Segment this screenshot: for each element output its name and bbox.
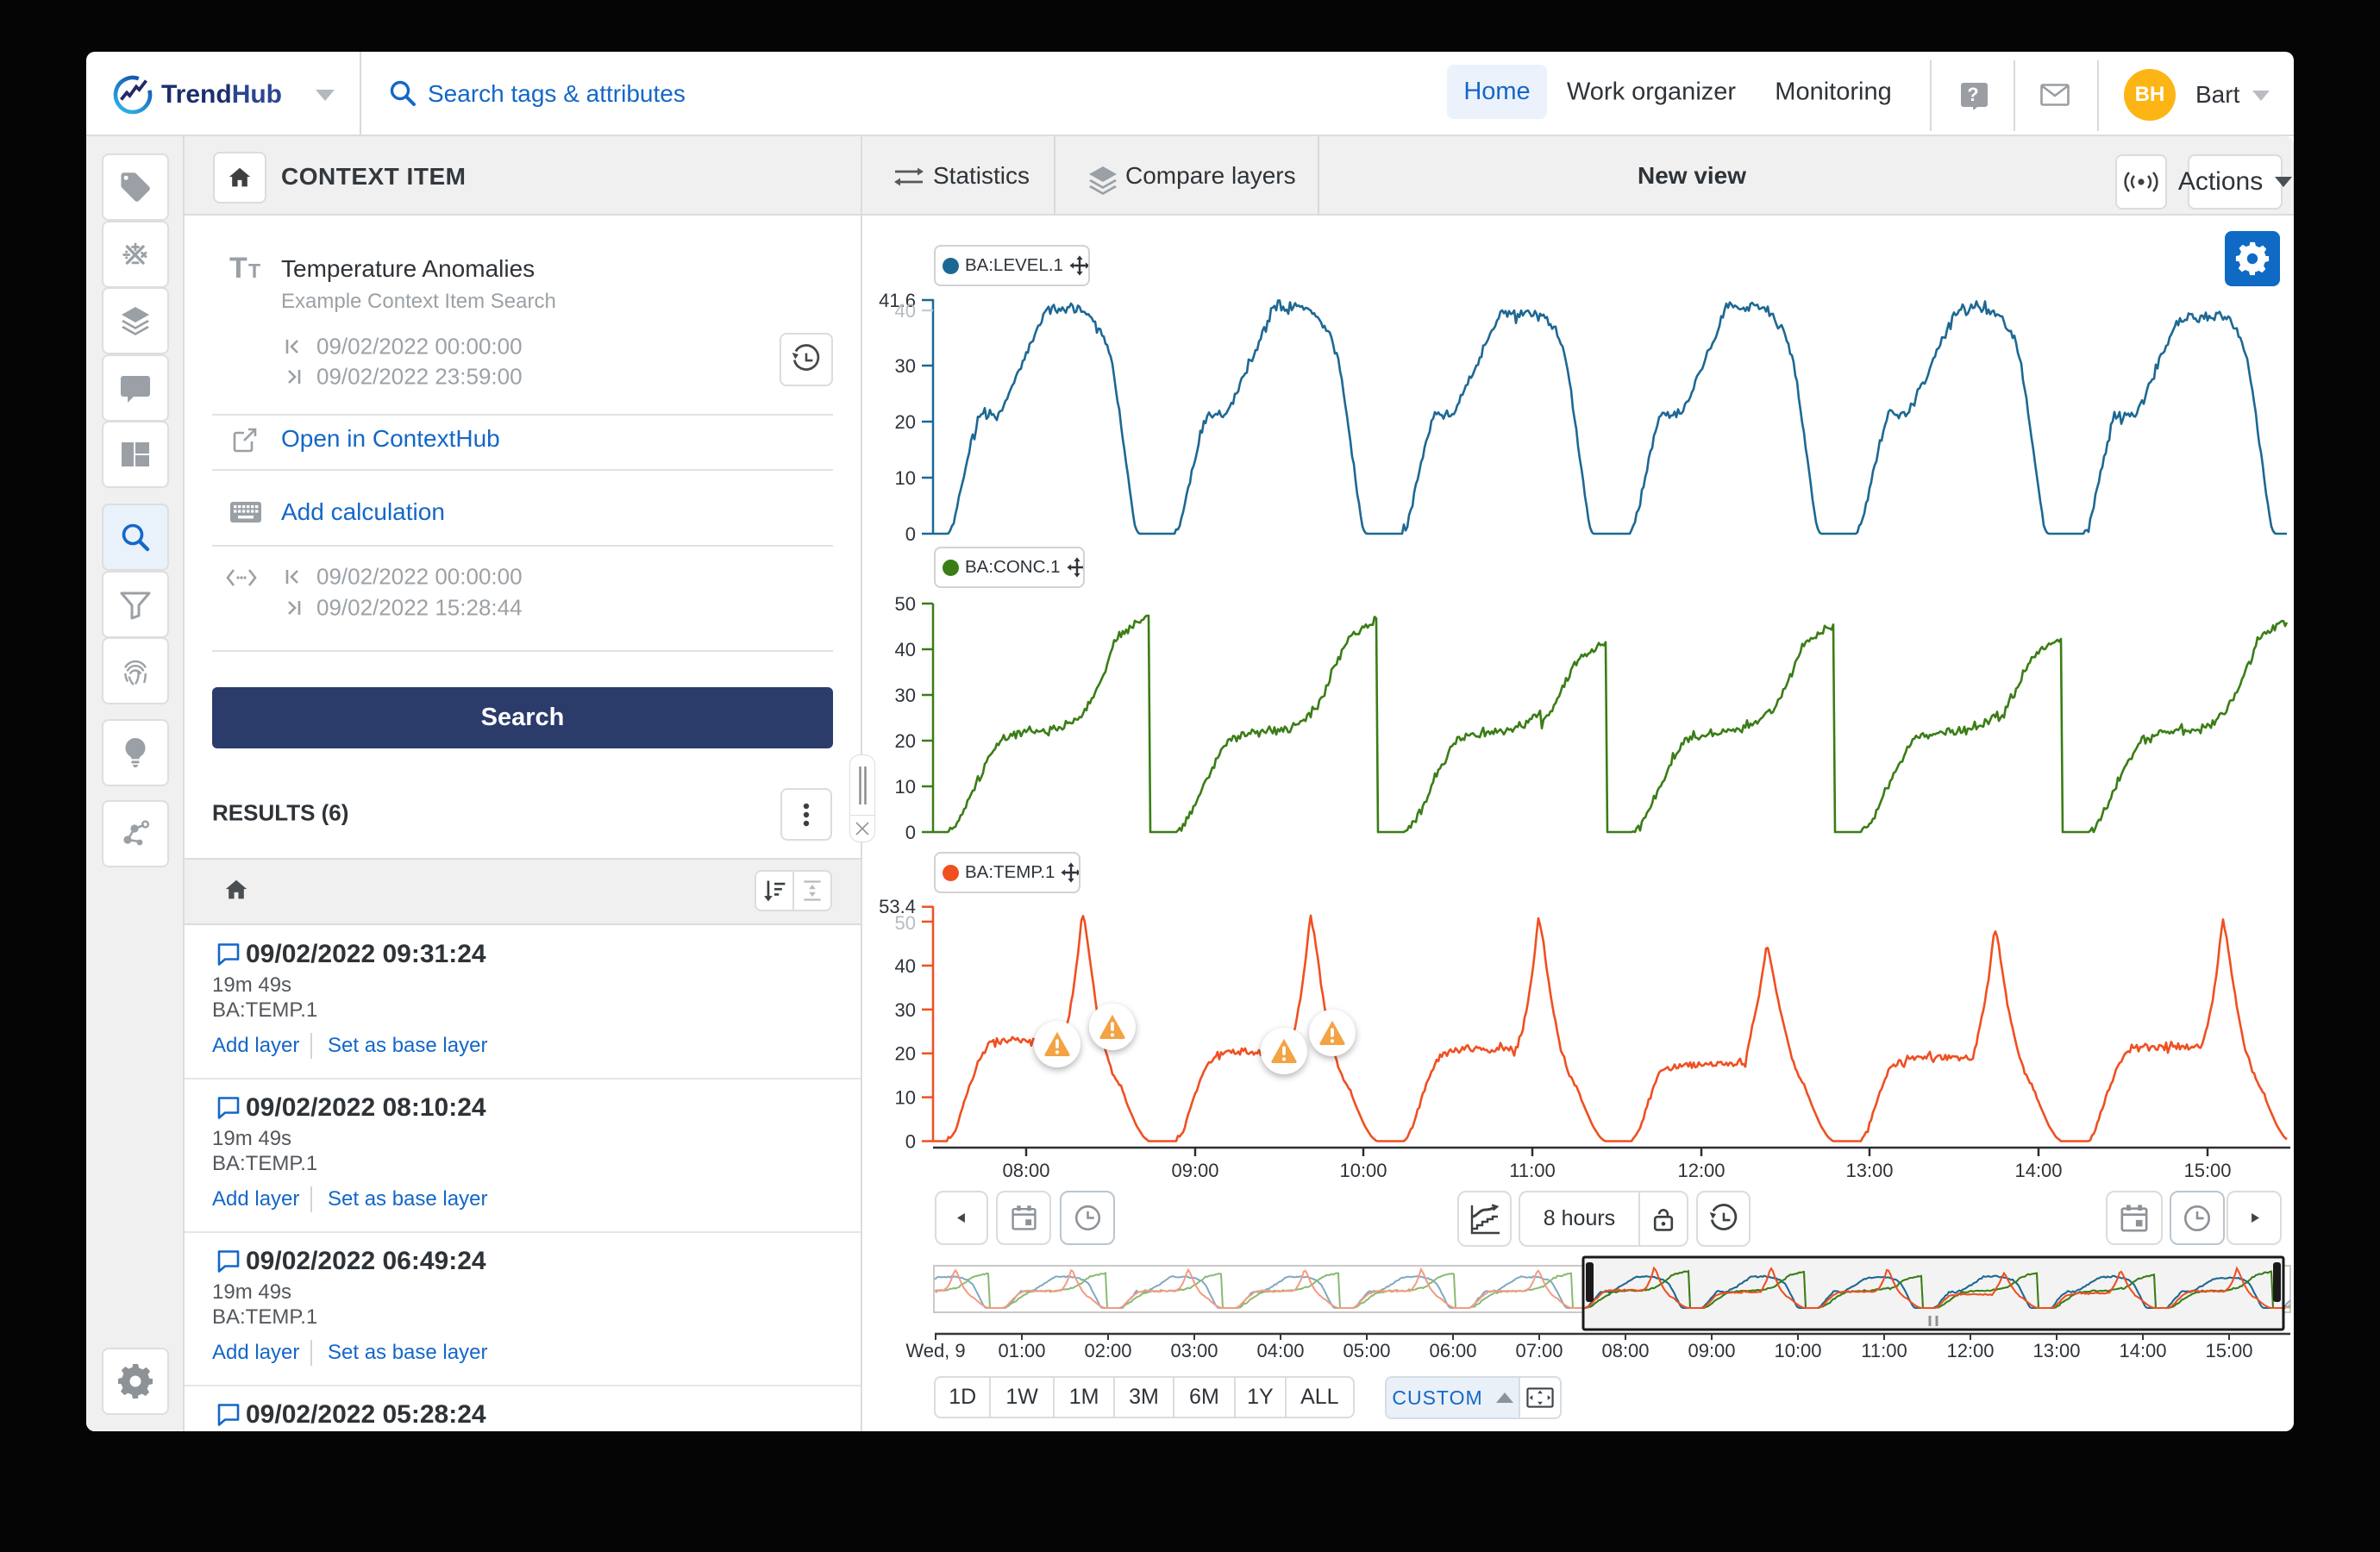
svg-text:T: T (229, 253, 247, 285)
svg-text:15:00: 15:00 (2183, 1160, 2231, 1181)
svg-text:06:00: 06:00 (1429, 1340, 1476, 1361)
svg-text:30: 30 (895, 999, 916, 1021)
svg-text:05:00: 05:00 (1343, 1340, 1390, 1361)
svg-text:10: 10 (895, 467, 916, 489)
svg-text:50: 50 (895, 593, 916, 615)
svg-text:20: 20 (895, 730, 916, 752)
svg-text:15:00: 15:00 (2205, 1340, 2252, 1361)
svg-text:02:00: 02:00 (1084, 1340, 1131, 1361)
svg-text:01:00: 01:00 (998, 1340, 1045, 1361)
svg-text:14:00: 14:00 (2014, 1160, 2062, 1181)
svg-text:40: 40 (895, 639, 916, 660)
svg-text:12:00: 12:00 (1677, 1160, 1725, 1181)
svg-text:10:00: 10:00 (1774, 1340, 1821, 1361)
svg-text:10: 10 (895, 1087, 916, 1109)
svg-text:30: 30 (895, 685, 916, 706)
svg-text:11:00: 11:00 (1861, 1340, 1907, 1361)
svg-text:40: 40 (895, 955, 916, 977)
svg-text:T: T (248, 260, 260, 282)
svg-text:13:00: 13:00 (1845, 1160, 1893, 1181)
svg-text:40: 40 (895, 300, 916, 322)
svg-text:10: 10 (895, 776, 916, 798)
svg-text:Wed, 9: Wed, 9 (905, 1340, 965, 1361)
svg-text:11:00: 11:00 (1509, 1160, 1555, 1181)
svg-text:13:00: 13:00 (2032, 1340, 2080, 1361)
svg-text:08:00: 08:00 (1601, 1340, 1649, 1361)
svg-text:09:00: 09:00 (1688, 1340, 1735, 1361)
svg-text:0: 0 (905, 1131, 916, 1153)
svg-text:50: 50 (895, 912, 916, 934)
svg-text:20: 20 (895, 1043, 916, 1065)
svg-text:0: 0 (905, 523, 916, 545)
svg-text:12:00: 12:00 (1946, 1340, 1994, 1361)
svg-text:07:00: 07:00 (1515, 1340, 1563, 1361)
svg-text:09:00: 09:00 (1171, 1160, 1218, 1181)
svg-text:20: 20 (895, 411, 916, 433)
svg-text:?: ? (1967, 84, 1978, 105)
svg-text:03:00: 03:00 (1170, 1340, 1218, 1361)
svg-text:14:00: 14:00 (2119, 1340, 2166, 1361)
svg-text:10:00: 10:00 (1339, 1160, 1387, 1181)
svg-text:0: 0 (905, 822, 916, 843)
svg-text:30: 30 (895, 355, 916, 377)
svg-text:08:00: 08:00 (1002, 1160, 1049, 1181)
svg-text:04:00: 04:00 (1256, 1340, 1304, 1361)
